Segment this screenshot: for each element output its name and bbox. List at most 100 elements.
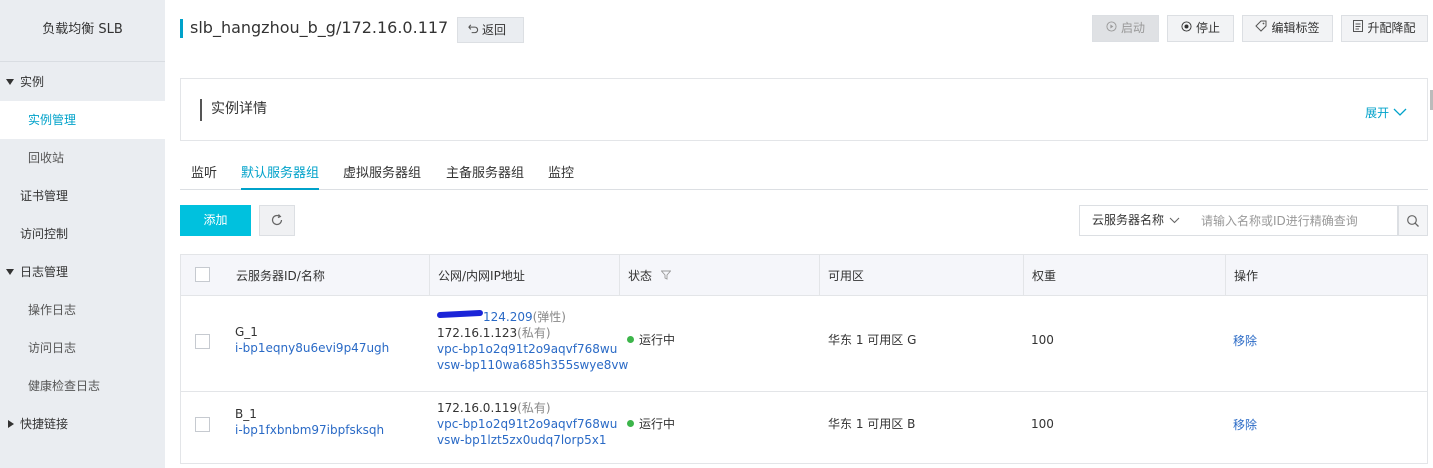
instance-detail-panel: 实例详情 展开 bbox=[180, 78, 1428, 141]
weight-value: 100 bbox=[1031, 333, 1054, 347]
column-divider bbox=[1225, 255, 1226, 295]
sidebar-item-recycle-bin[interactable]: 回收站 bbox=[0, 139, 165, 177]
public-ip-tag: (弹性) bbox=[532, 310, 566, 324]
start-button[interactable]: 启动 bbox=[1092, 15, 1159, 42]
col-actions: 操作 bbox=[1234, 269, 1259, 283]
zone-value: 华东 1 可用区 G bbox=[828, 333, 917, 347]
caret-down-icon bbox=[6, 269, 14, 275]
zone-value: 华东 1 可用区 B bbox=[828, 417, 916, 431]
search-button[interactable] bbox=[1398, 205, 1428, 236]
upgrade-downgrade-label: 升配降配 bbox=[1367, 21, 1416, 35]
status-dot bbox=[627, 420, 634, 427]
tab-listeners[interactable]: 监听 bbox=[191, 162, 217, 190]
tab-master-slave-group[interactable]: 主备服务器组 bbox=[446, 162, 524, 190]
vpc-link[interactable]: vpc-bp1o2q91t2o9aqvf768wu bbox=[437, 416, 617, 432]
tab-monitoring[interactable]: 监控 bbox=[548, 162, 574, 190]
private-ip: 172.16.0.119(私有) bbox=[437, 400, 551, 416]
document-icon bbox=[1353, 16, 1364, 41]
upgrade-downgrade-button[interactable]: 升配降配 bbox=[1341, 15, 1428, 42]
vswitch-link[interactable]: vsw-bp1lzt5zx0udq7lorp5x1 bbox=[437, 432, 606, 448]
sidebar-item-access-log[interactable]: 访问日志 bbox=[0, 329, 165, 367]
server-name: G_1 bbox=[235, 325, 258, 339]
remove-link[interactable]: 移除 bbox=[1233, 333, 1257, 349]
sidebar-item-label: 访问日志 bbox=[28, 341, 77, 355]
add-button[interactable]: 添加 bbox=[180, 205, 251, 236]
redaction-mark bbox=[436, 309, 484, 319]
refresh-button[interactable] bbox=[259, 205, 295, 236]
public-ip-link[interactable]: 124.209 bbox=[483, 310, 533, 324]
stop-button-label: 停止 bbox=[1195, 21, 1220, 35]
private-ip-value: 172.16.0.119 bbox=[437, 401, 518, 415]
server-id-link[interactable]: i-bp1fxbnbm97ibpfsksqh bbox=[235, 422, 384, 438]
status-label: 运行中 bbox=[639, 417, 676, 431]
col-server-id: 云服务器ID/名称 bbox=[236, 269, 325, 283]
sidebar-item-instance-management[interactable]: 实例管理 bbox=[0, 101, 165, 139]
search-input[interactable] bbox=[1189, 205, 1398, 236]
sidebar-group-logs[interactable]: 日志管理 bbox=[0, 253, 165, 291]
chevron-down-icon bbox=[1169, 206, 1180, 235]
stop-icon bbox=[1181, 16, 1192, 41]
public-ip: 124.209(弹性) bbox=[436, 309, 566, 325]
caret-down-icon bbox=[6, 79, 14, 85]
server-name: B_1 bbox=[235, 407, 257, 421]
tab-virtual-server-group[interactable]: 虚拟服务器组 bbox=[343, 162, 421, 190]
back-button-label: 返回 bbox=[482, 23, 507, 37]
table-row: B_1 i-bp1fxbnbm97ibpfsksqh 172.16.0.119(… bbox=[180, 392, 1428, 464]
search-field-select[interactable]: 云服务器名称 bbox=[1079, 205, 1190, 236]
row-checkbox[interactable] bbox=[195, 417, 210, 432]
weight-value: 100 bbox=[1031, 417, 1054, 431]
search-field-label: 云服务器名称 bbox=[1092, 213, 1165, 227]
vpc-link[interactable]: vpc-bp1o2q91t2o9aqvf768wu bbox=[437, 341, 617, 357]
table-row: G_1 i-bp1eqny8u6evi9p47ugh 124.209(弹性) 1… bbox=[180, 296, 1428, 392]
back-button[interactable]: 返回 bbox=[457, 17, 524, 43]
chevron-down-icon bbox=[1393, 106, 1407, 120]
sidebar-item-access-control[interactable]: 访问控制 bbox=[0, 215, 165, 253]
col-weight: 权重 bbox=[1032, 269, 1057, 283]
expand-label: 展开 bbox=[1365, 106, 1390, 120]
caret-right-icon bbox=[8, 420, 14, 428]
sidebar-item-label: 健康检查日志 bbox=[28, 379, 101, 393]
product-title: 负载均衡 SLB bbox=[0, 0, 165, 62]
play-icon bbox=[1106, 16, 1117, 41]
table-header: 云服务器ID/名称 公网/内网IP地址 状态 可用区 权重 操作 bbox=[180, 254, 1428, 296]
column-divider bbox=[1023, 255, 1024, 295]
undo-arrow-icon bbox=[468, 18, 482, 42]
vswitch-link[interactable]: vsw-bp110wa685h355swye8vw bbox=[437, 357, 628, 373]
tab-default-server-group[interactable]: 默认服务器组 bbox=[241, 162, 320, 190]
server-group-tabs: 监听 默认服务器组 虚拟服务器组 主备服务器组 监控 bbox=[180, 152, 1428, 190]
sidebar-item-label: 回收站 bbox=[28, 151, 65, 165]
status-badge: 运行中 bbox=[627, 332, 675, 348]
expand-toggle[interactable]: 展开 bbox=[1365, 104, 1407, 121]
sidebar-group-instances[interactable]: 实例 bbox=[0, 63, 165, 101]
col-ip-address: 公网/内网IP地址 bbox=[438, 269, 525, 283]
refresh-icon bbox=[270, 212, 284, 231]
sidebar: 负载均衡 SLB 实例 实例管理 回收站 证书管理 访问控制 日志管理 操作日志… bbox=[0, 0, 165, 468]
sidebar-item-label: 实例管理 bbox=[28, 113, 77, 127]
sidebar-item-label: 证书管理 bbox=[20, 189, 69, 203]
private-ip: 172.16.1.123(私有) bbox=[437, 325, 551, 341]
title-accent-bar bbox=[180, 19, 183, 38]
sidebar-item-label: 操作日志 bbox=[28, 303, 77, 317]
col-zone: 可用区 bbox=[828, 269, 865, 283]
select-all-checkbox[interactable] bbox=[195, 267, 210, 282]
sidebar-item-operation-log[interactable]: 操作日志 bbox=[0, 291, 165, 329]
start-button-label: 启动 bbox=[1120, 21, 1145, 35]
sidebar-item-health-check-log[interactable]: 健康检查日志 bbox=[0, 367, 165, 405]
filter-icon[interactable] bbox=[656, 269, 672, 283]
edit-tags-button[interactable]: 编辑标签 bbox=[1242, 15, 1333, 42]
instance-detail-title: 实例详情 bbox=[211, 101, 267, 117]
sidebar-group-label: 实例 bbox=[20, 75, 45, 89]
sidebar-item-certificates[interactable]: 证书管理 bbox=[0, 177, 165, 215]
server-id-link[interactable]: i-bp1eqny8u6evi9p47ugh bbox=[235, 340, 389, 356]
col-status[interactable]: 状态 bbox=[628, 267, 672, 284]
row-checkbox[interactable] bbox=[195, 334, 210, 349]
sidebar-item-label: 访问控制 bbox=[20, 227, 69, 241]
column-divider bbox=[819, 255, 820, 295]
column-divider bbox=[429, 255, 430, 295]
status-label: 运行中 bbox=[639, 333, 676, 347]
section-accent-bar bbox=[200, 99, 202, 121]
remove-link[interactable]: 移除 bbox=[1233, 417, 1257, 433]
sidebar-group-quick-links[interactable]: 快捷链接 bbox=[0, 405, 165, 443]
private-ip-value: 172.16.1.123 bbox=[437, 326, 518, 340]
stop-button[interactable]: 停止 bbox=[1167, 15, 1234, 42]
